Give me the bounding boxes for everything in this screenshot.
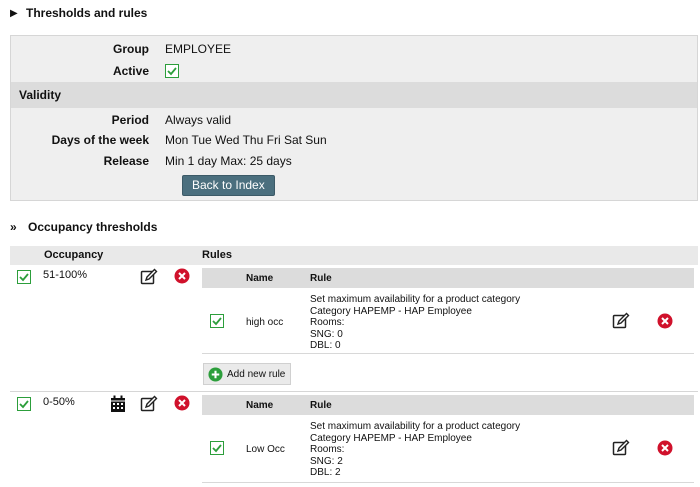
rule-line: Category HAPEMP - HAP Employee (310, 305, 472, 317)
calendar-icon[interactable] (110, 395, 126, 413)
group-value: EMPLOYEE (165, 42, 232, 56)
edit-icon[interactable] (140, 268, 158, 286)
rule-row: Low Occ Set maximum availability for a p… (202, 415, 694, 483)
rule-line: Category HAPEMP - HAP Employee (310, 432, 472, 444)
edit-icon[interactable] (612, 312, 630, 330)
rules-rule-header: Rule (310, 273, 332, 284)
back-to-index-button[interactable]: Back to Index (182, 175, 275, 196)
rule-active-checkbox[interactable] (210, 441, 224, 455)
rule-line: DBL: 2 (310, 467, 341, 478)
rules-name-header: Name (246, 400, 274, 411)
rule-line: Rooms: (310, 444, 345, 455)
active-checkbox[interactable] (165, 64, 179, 79)
double-chevron-right-icon: » (10, 220, 17, 234)
occupancy-table-header: Occupancy Rules (10, 246, 698, 265)
check-icon (19, 400, 29, 409)
occupancy-section-title: Occupancy thresholds (28, 220, 158, 234)
threshold-range: 51-100% (43, 269, 88, 281)
threshold-active-checkbox[interactable] (17, 270, 31, 284)
release-label: Release (103, 154, 149, 168)
thresholds-section-header[interactable]: ▶ Thresholds and rules (10, 6, 147, 20)
check-icon (19, 273, 29, 282)
check-icon (212, 317, 222, 326)
delete-icon[interactable] (657, 313, 673, 329)
rules-table: Name Rule Low Occ Set maximum availabili… (202, 395, 694, 485)
rules-table-header: Name Rule (202, 395, 694, 415)
active-label: Active (112, 64, 149, 78)
plus-circle-icon (208, 366, 223, 382)
group-label: Group (113, 42, 149, 56)
threshold-row: 0-50% Name Rule Low Occ Set maximum avai… (10, 392, 698, 487)
rule-description: Set maximum availability for a product c… (310, 421, 520, 479)
edit-icon[interactable] (140, 395, 158, 413)
occupancy-section-header[interactable]: » Occupancy thresholds (10, 220, 157, 234)
rule-active-checkbox[interactable] (210, 314, 224, 328)
days-row: Days of the week Mon Tue Wed Thu Fri Sat… (11, 131, 697, 149)
delete-icon[interactable] (174, 395, 190, 411)
add-new-rule-button[interactable]: Add new rule (203, 363, 292, 385)
caret-right-icon: ▶ (10, 7, 18, 19)
period-value: Always valid (165, 113, 232, 127)
edit-icon[interactable] (612, 439, 630, 457)
delete-icon[interactable] (174, 268, 190, 284)
rules-name-header: Name (246, 273, 274, 284)
rule-name: high occ (246, 317, 284, 328)
check-icon (212, 444, 222, 453)
period-row: Period Always valid (11, 111, 697, 129)
rule-line: SNG: 2 (310, 455, 343, 467)
threshold-active-checkbox[interactable] (17, 397, 31, 411)
threshold-row: 51-100% Name Rule high occ Set maximum a… (10, 265, 698, 390)
period-label: Period (111, 113, 149, 127)
release-value: Min 1 day Max: 25 days (165, 154, 292, 168)
validity-header: Validity (11, 82, 697, 108)
thresholds-section-title: Thresholds and rules (26, 6, 148, 20)
rule-description: Set maximum availability for a product c… (310, 294, 520, 352)
threshold-range: 0-50% (43, 396, 75, 408)
add-new-rule-label: Add new rule (227, 368, 286, 380)
days-label: Days of the week (51, 133, 149, 147)
rules-rule-header: Rule (310, 400, 332, 411)
check-icon (167, 67, 177, 76)
rule-line: Rooms: (310, 317, 345, 328)
group-row: Group EMPLOYEE (11, 40, 697, 58)
rule-name: Low Occ (246, 444, 285, 455)
occupancy-column-header: Occupancy (44, 249, 104, 261)
release-row: Release Min 1 day Max: 25 days (11, 152, 697, 170)
delete-icon[interactable] (657, 440, 673, 456)
rules-table: Name Rule high occ Set maximum availabil… (202, 268, 694, 388)
rules-column-header: Rules (202, 249, 232, 261)
rule-line: Set maximum availability for a product c… (310, 294, 521, 305)
rule-row: high occ Set maximum availability for a … (202, 288, 694, 354)
rule-line: DBL: 0 (310, 340, 341, 351)
rules-table-header: Name Rule (202, 268, 694, 288)
rule-line: Set maximum availability for a product c… (310, 421, 521, 432)
group-details-panel: Group EMPLOYEE Active Validity Period Al… (10, 35, 698, 201)
active-row: Active (11, 61, 697, 81)
days-value: Mon Tue Wed Thu Fri Sat Sun (165, 133, 327, 147)
rule-line: SNG: 0 (310, 328, 343, 340)
